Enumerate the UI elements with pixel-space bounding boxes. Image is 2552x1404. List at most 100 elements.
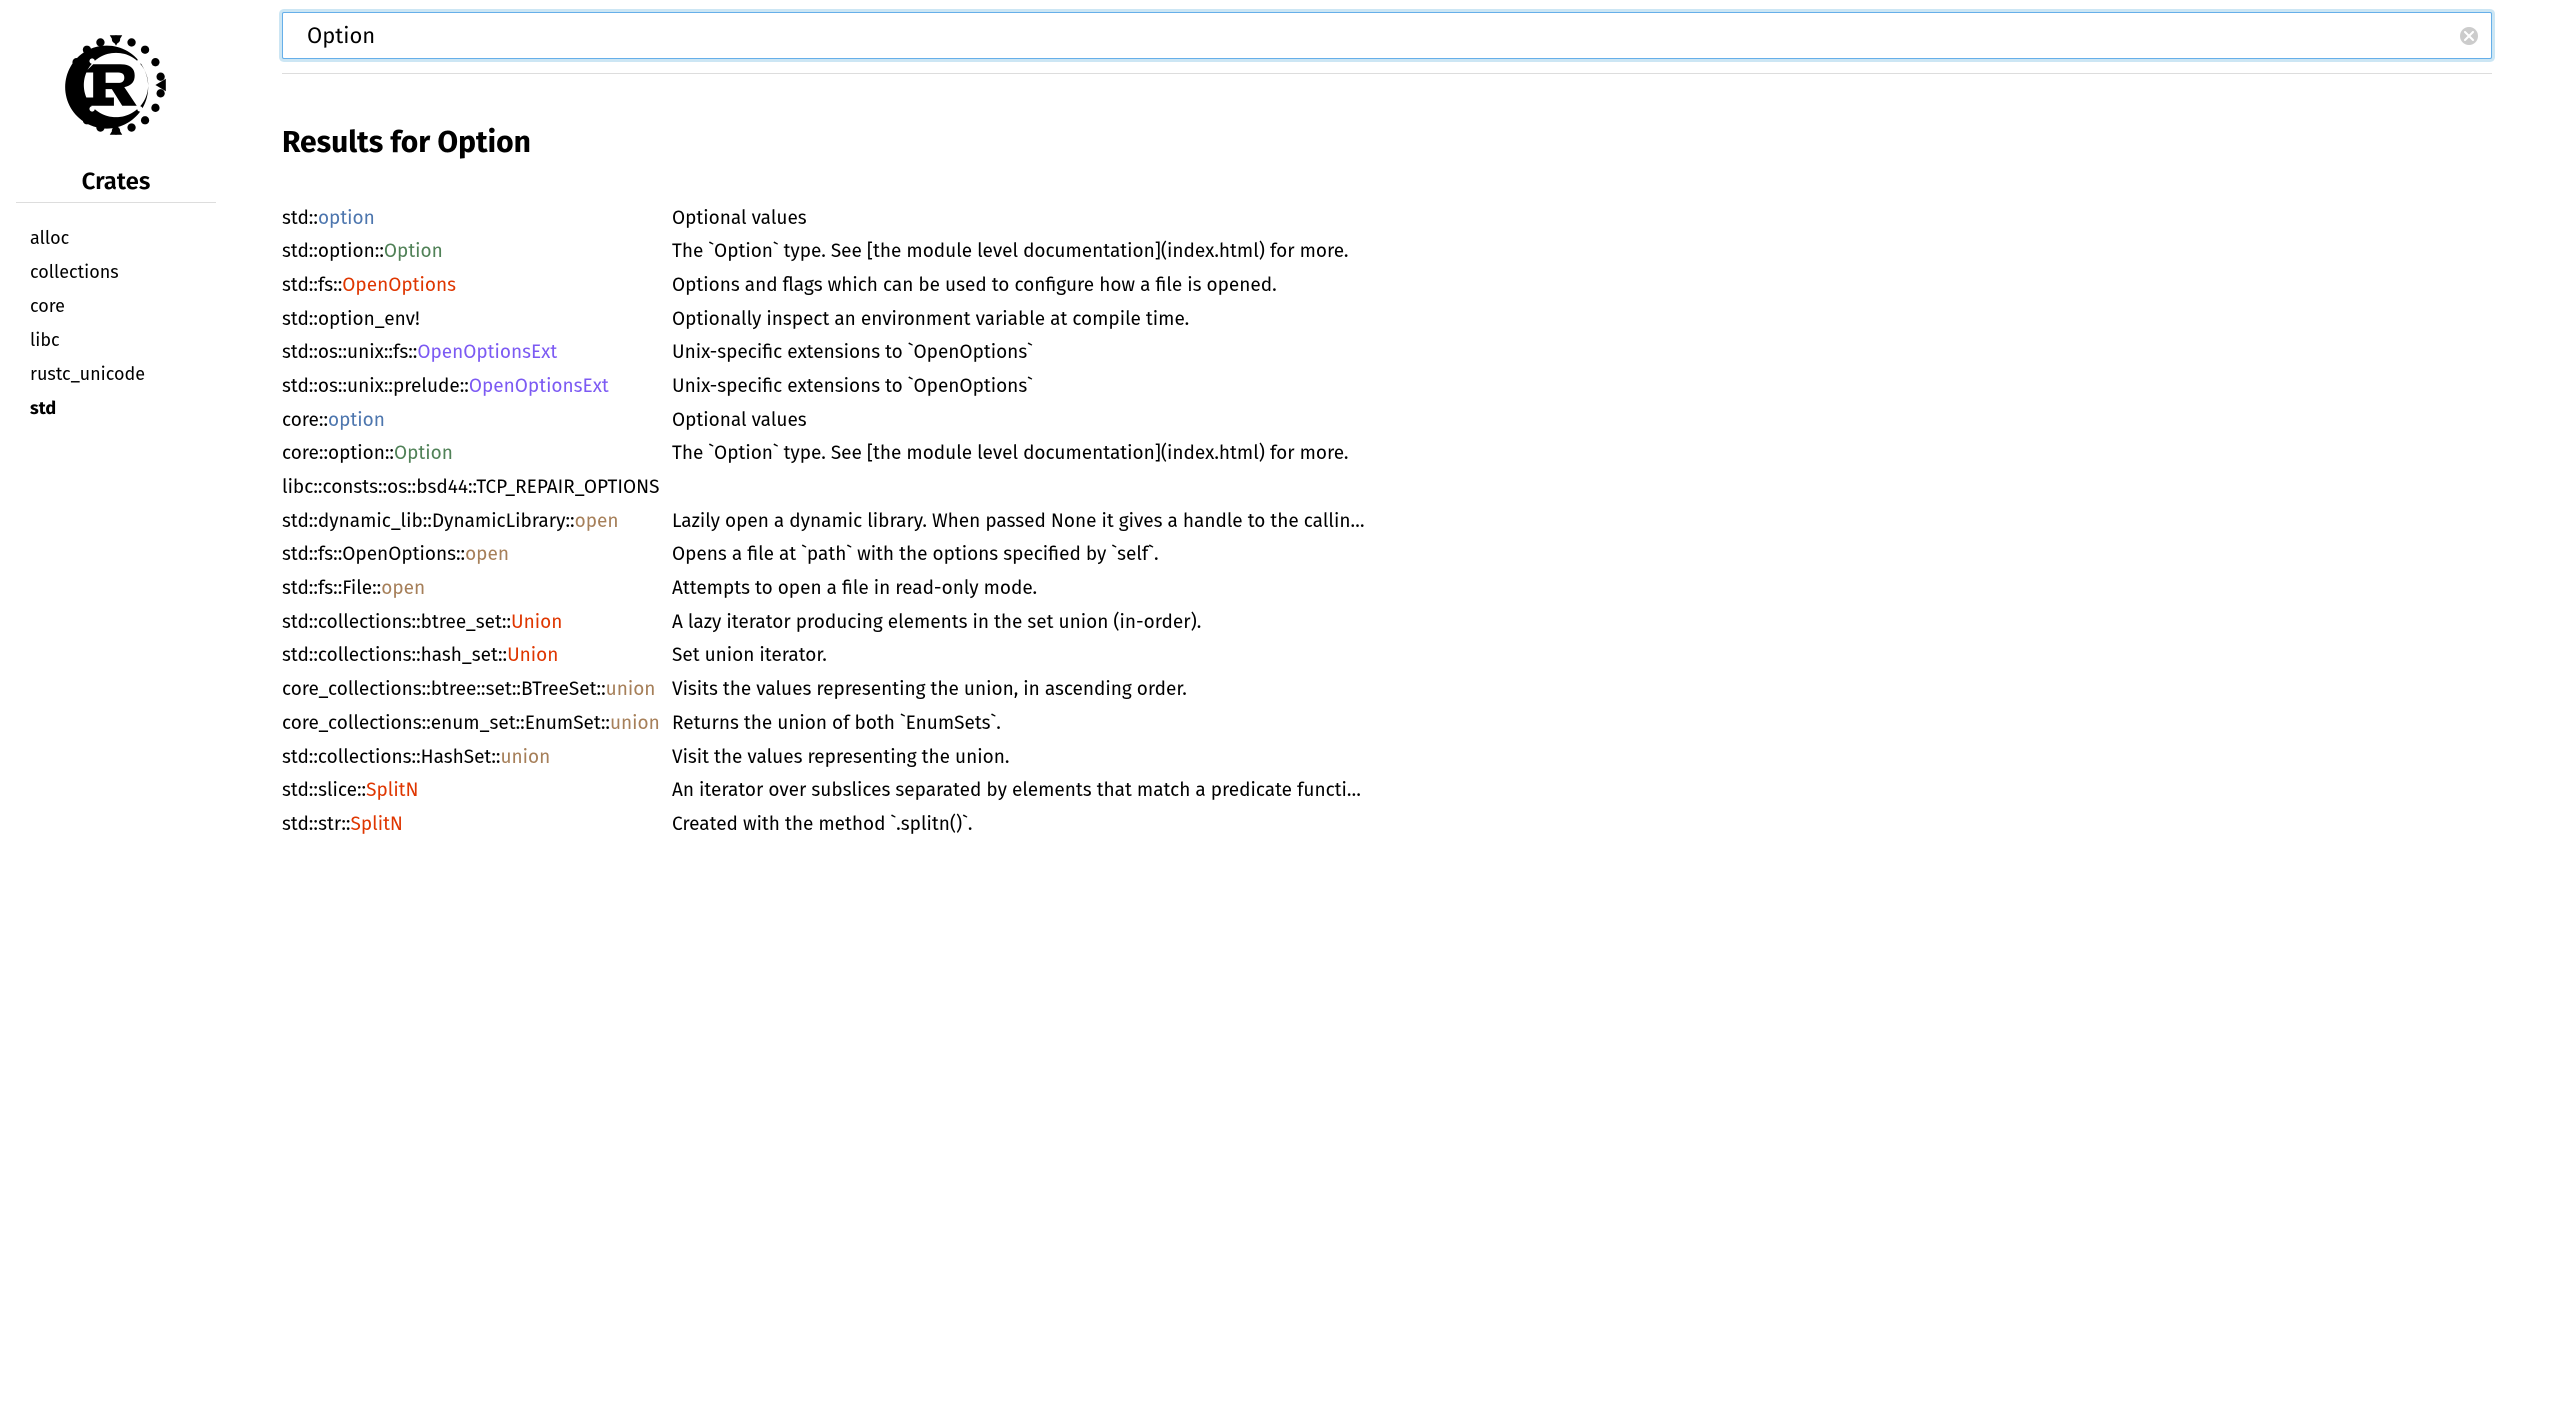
result-link[interactable]: std::fs::OpenOptions::open	[282, 543, 672, 568]
result-row: std::str::SplitNCreated with the method …	[282, 808, 2492, 842]
result-link[interactable]: std::option_env!	[282, 308, 672, 333]
result-path-prefix: libc::consts::os::bsd44::	[282, 476, 476, 499]
search-input[interactable]	[282, 12, 2492, 59]
result-item-name: union	[606, 678, 656, 701]
result-path-prefix: std::fs::File::	[282, 577, 381, 600]
result-description: Created with the method `.splitn()`.	[672, 813, 2492, 838]
result-description: Set union iterator.	[672, 644, 2492, 669]
result-row: std::collections::HashSet::unionVisit th…	[282, 741, 2492, 775]
result-path-prefix: std::	[282, 207, 318, 230]
crate-link-libc[interactable]: libc	[30, 323, 202, 357]
result-link[interactable]: std::os::unix::fs::OpenOptionsExt	[282, 341, 672, 366]
result-row: std::collections::btree_set::UnionA lazy…	[282, 606, 2492, 640]
result-row: std::option_env!Optionally inspect an en…	[282, 303, 2492, 337]
result-link[interactable]: std::os::unix::prelude::OpenOptionsExt	[282, 375, 672, 400]
result-link[interactable]: core_collections::btree::set::BTreeSet::…	[282, 678, 672, 703]
result-path-prefix: std::slice::	[282, 779, 366, 802]
result-item-name: OpenOptionsExt	[417, 341, 557, 364]
result-link[interactable]: std::collections::hash_set::Union	[282, 644, 672, 669]
result-description: Visits the values representing the union…	[672, 678, 2492, 703]
result-path-prefix: std::str::	[282, 813, 351, 836]
results-heading: Results for Option	[282, 124, 2492, 160]
result-link[interactable]: core::option	[282, 409, 672, 434]
crate-link-rustc_unicode[interactable]: rustc_unicode	[30, 357, 202, 391]
result-link[interactable]: libc::consts::os::bsd44::TCP_REPAIR_OPTI…	[282, 476, 672, 501]
result-row: core::optionOptional values	[282, 404, 2492, 438]
result-item-name: union	[610, 712, 660, 735]
result-path-prefix: std::os::unix::prelude::	[282, 375, 469, 398]
result-link[interactable]: std::slice::SplitN	[282, 779, 672, 804]
result-description: The `Option` type. See [the module level…	[672, 442, 2492, 467]
result-description: Options and flags which can be used to c…	[672, 274, 2492, 299]
clear-search-button[interactable]	[2460, 27, 2478, 45]
result-link[interactable]: std::str::SplitN	[282, 813, 672, 838]
result-row: std::dynamic_lib::DynamicLibrary::openLa…	[282, 505, 2492, 539]
result-item-name: option	[328, 409, 385, 432]
result-item-name: Union	[511, 611, 562, 634]
crate-link-std[interactable]: std	[30, 391, 202, 425]
result-description: Returns the union of both `EnumSets`.	[672, 712, 2492, 737]
result-row: std::slice::SplitNAn iterator over subsl…	[282, 775, 2492, 809]
result-description	[672, 476, 2492, 501]
crates-heading: Crates	[82, 168, 151, 196]
result-description: Optional values	[672, 207, 2492, 232]
result-row: std::os::unix::fs::OpenOptionsExtUnix-sp…	[282, 337, 2492, 371]
result-item-name: option	[318, 207, 375, 230]
result-link[interactable]: std::fs::File::open	[282, 577, 672, 602]
result-item-name: OpenOptions	[342, 274, 456, 297]
result-item-name: Union	[507, 644, 558, 667]
result-link[interactable]: std::dynamic_lib::DynamicLibrary::open	[282, 510, 672, 535]
result-path-prefix: std::os::unix::fs::	[282, 341, 417, 364]
result-path-prefix: std::fs::OpenOptions::	[282, 543, 465, 566]
result-description: Lazily open a dynamic library. When pass…	[672, 510, 2492, 535]
result-link[interactable]: std::fs::OpenOptions	[282, 274, 672, 299]
result-path-prefix: core_collections::enum_set::EnumSet::	[282, 712, 610, 735]
result-path-prefix: std::dynamic_lib::DynamicLibrary::	[282, 510, 575, 533]
result-item-name: Option	[384, 240, 443, 263]
result-path-prefix: std::option::	[282, 240, 384, 263]
result-path-prefix: std::fs::	[282, 274, 342, 297]
result-link[interactable]: core::option::Option	[282, 442, 672, 467]
result-row: std::os::unix::prelude::OpenOptionsExtUn…	[282, 370, 2492, 404]
result-item-name: union	[500, 746, 550, 769]
crate-link-collections[interactable]: collections	[30, 255, 202, 289]
crate-link-alloc[interactable]: alloc	[30, 221, 202, 255]
result-row: std::fs::OpenOptions::openOpens a file a…	[282, 539, 2492, 573]
result-path-prefix: std::collections::btree_set::	[282, 611, 511, 634]
result-link[interactable]: std::option::Option	[282, 240, 672, 265]
result-description: Opens a file at `path` with the options …	[672, 543, 2492, 568]
divider	[16, 202, 216, 203]
result-item-name: SplitN	[366, 779, 418, 802]
main-content: Results for Option std::optionOptional v…	[232, 0, 2552, 1404]
result-row: std::optionOptional values	[282, 202, 2492, 236]
result-row: std::option::OptionThe `Option` type. Se…	[282, 236, 2492, 270]
result-row: core_collections::btree::set::BTreeSet::…	[282, 674, 2492, 708]
sidebar: Crates alloccollectionscorelibcrustc_uni…	[0, 0, 232, 1404]
result-description: Unix-specific extensions to `OpenOptions…	[672, 341, 2492, 366]
result-path-prefix: core_collections::btree::set::BTreeSet::	[282, 678, 606, 701]
result-item-name: SplitN	[351, 813, 403, 836]
rust-logo[interactable]	[61, 30, 171, 140]
search-bar	[282, 12, 2492, 59]
result-link[interactable]: std::option	[282, 207, 672, 232]
result-link[interactable]: std::collections::btree_set::Union	[282, 611, 672, 636]
result-link[interactable]: std::collections::HashSet::union	[282, 746, 672, 771]
result-row: core_collections::enum_set::EnumSet::uni…	[282, 707, 2492, 741]
results-list: std::optionOptional valuesstd::option::O…	[282, 202, 2492, 842]
result-item-name: OpenOptionsExt	[469, 375, 609, 398]
divider	[282, 73, 2492, 74]
result-description: Unix-specific extensions to `OpenOptions…	[672, 375, 2492, 400]
result-description: Optional values	[672, 409, 2492, 434]
crate-list: alloccollectionscorelibcrustc_unicodestd	[0, 221, 232, 425]
result-row: libc::consts::os::bsd44::TCP_REPAIR_OPTI…	[282, 472, 2492, 506]
result-description: The `Option` type. See [the module level…	[672, 240, 2492, 265]
result-item-name: Option	[394, 442, 453, 465]
result-description: Optionally inspect an environment variab…	[672, 308, 2492, 333]
result-description: Visit the values representing the union.	[672, 746, 2492, 771]
result-link[interactable]: core_collections::enum_set::EnumSet::uni…	[282, 712, 672, 737]
result-item-name: open	[465, 543, 509, 566]
result-path-prefix: std::collections::HashSet::	[282, 746, 500, 769]
result-item-name: open	[381, 577, 425, 600]
crate-link-core[interactable]: core	[30, 289, 202, 323]
result-row: core::option::OptionThe `Option` type. S…	[282, 438, 2492, 472]
